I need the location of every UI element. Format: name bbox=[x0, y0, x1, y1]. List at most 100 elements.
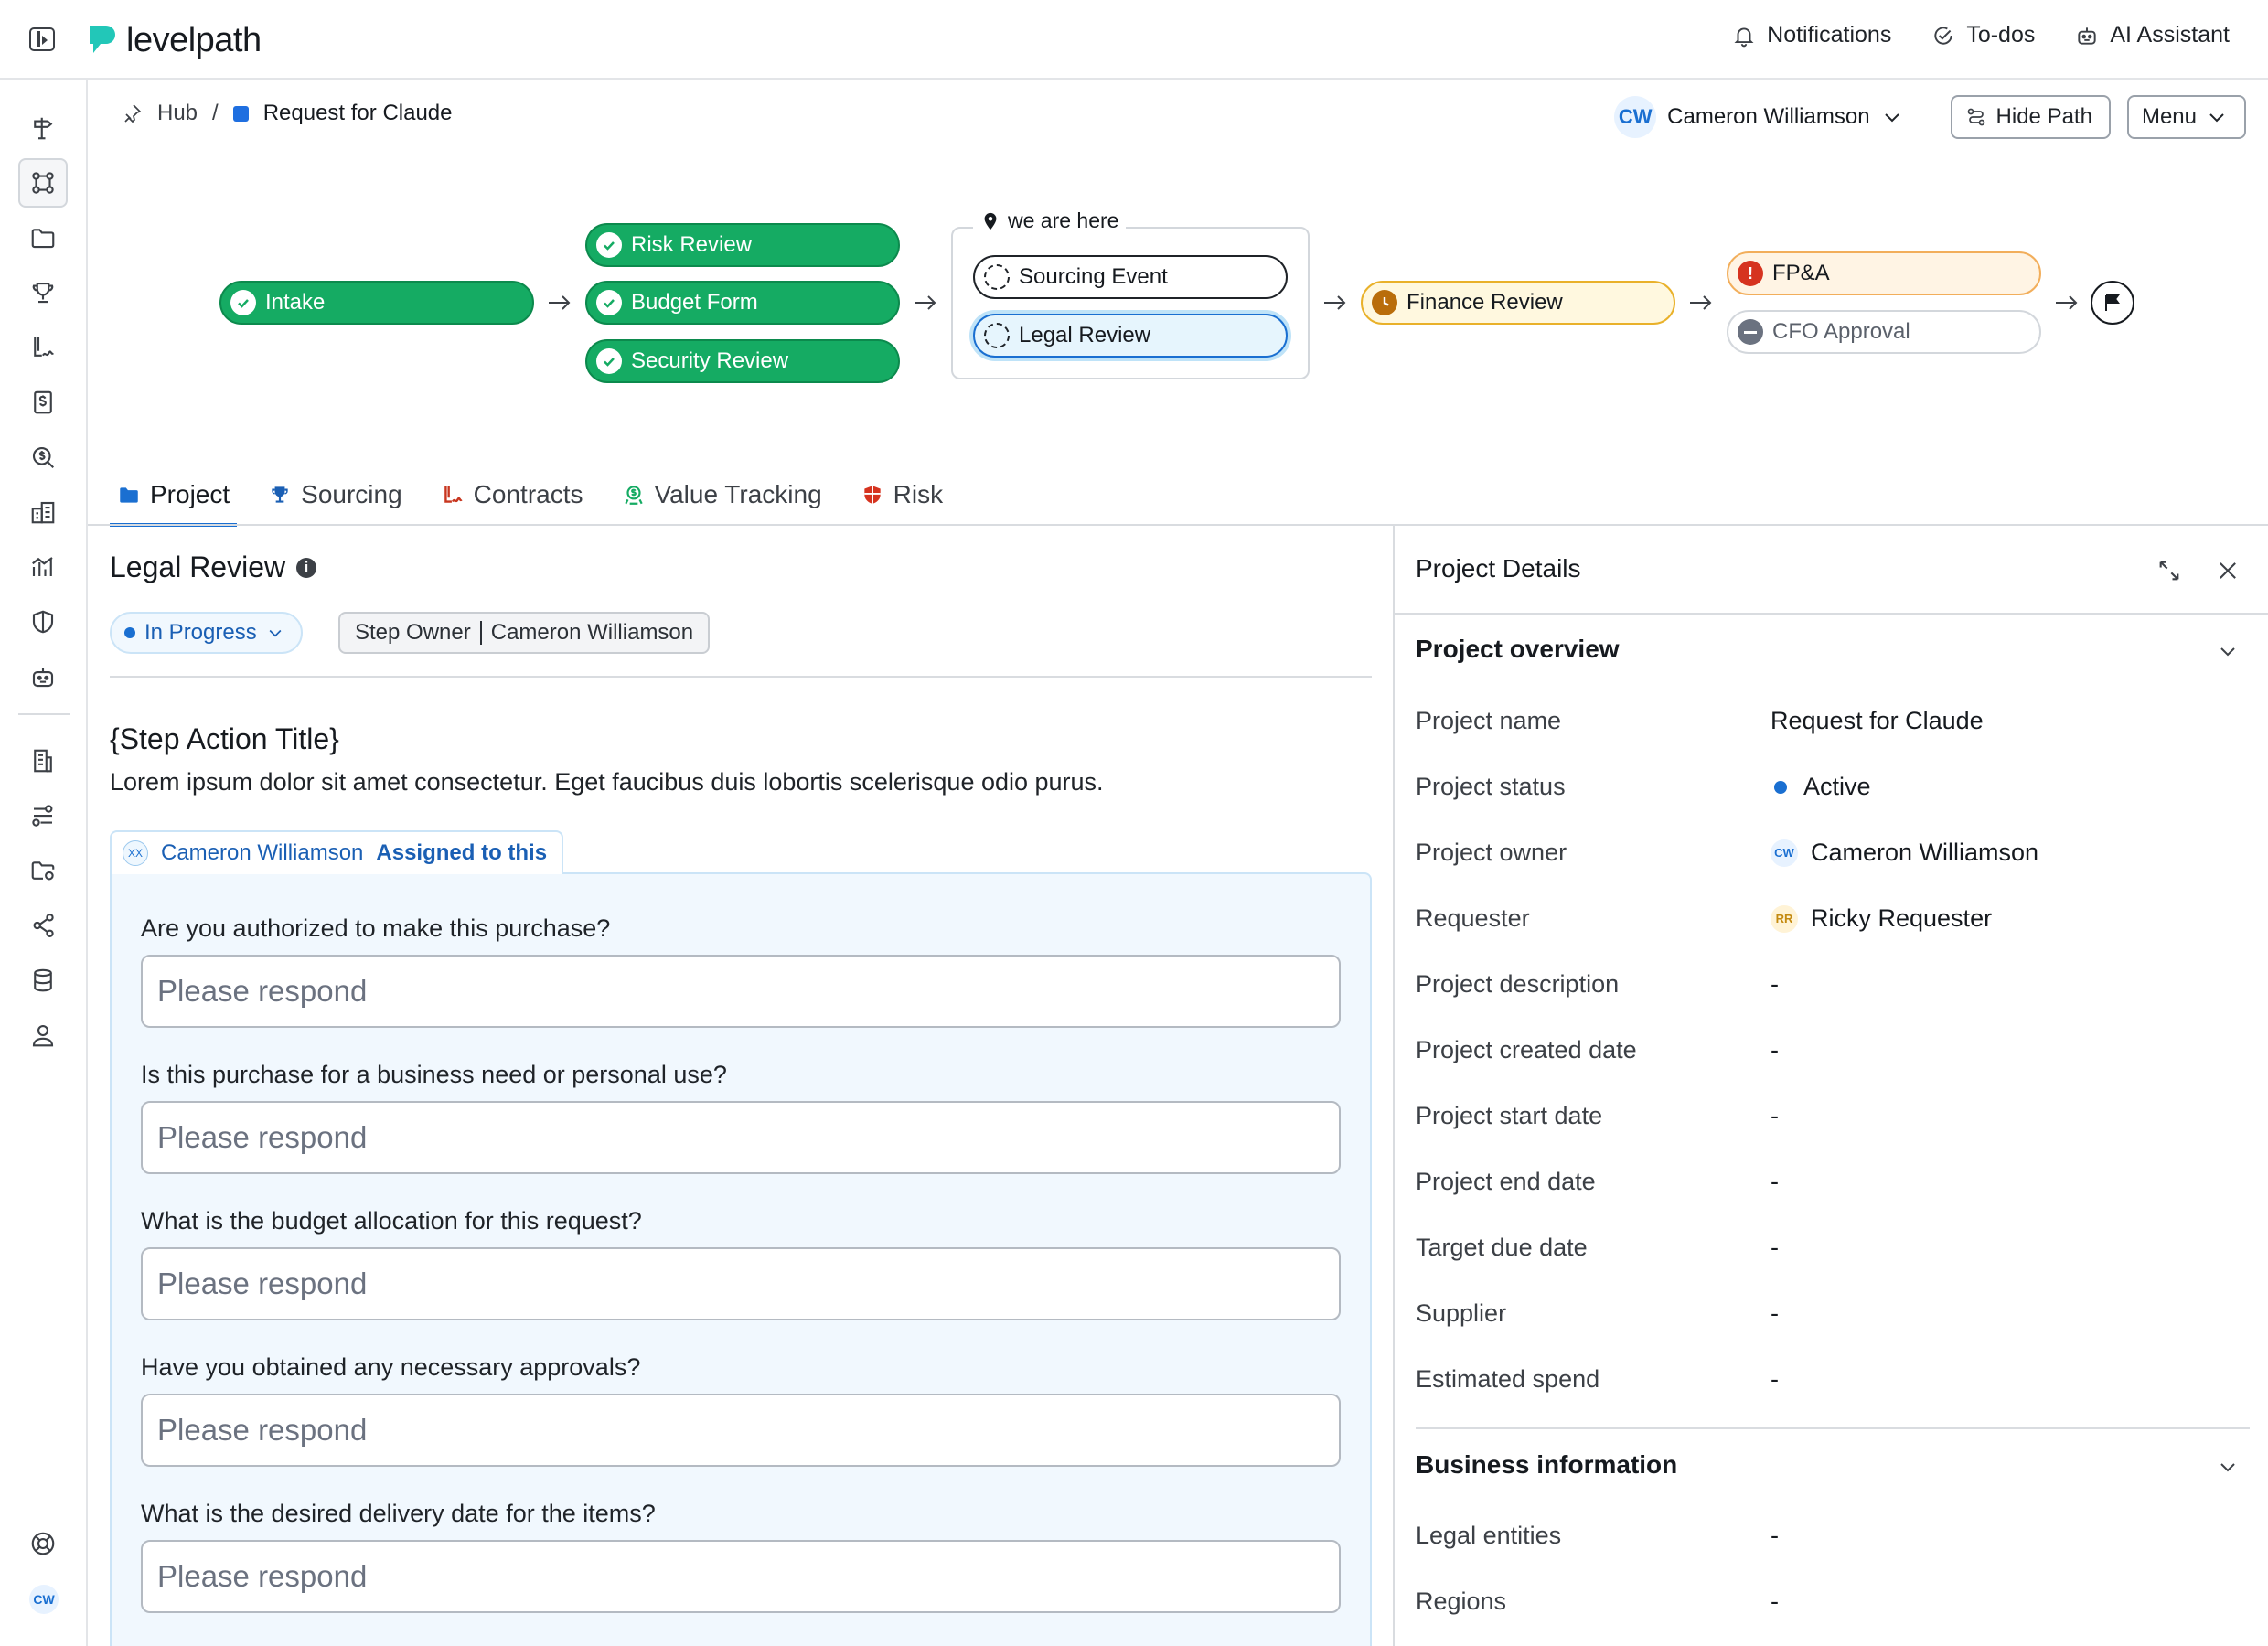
step-cfo-approval[interactable]: CFO Approval bbox=[1727, 310, 2041, 354]
in-progress-icon bbox=[984, 323, 1010, 348]
contract-sign-icon[interactable] bbox=[18, 323, 68, 372]
check-circle-icon bbox=[1934, 26, 1952, 45]
notifications-link[interactable]: Notifications bbox=[1732, 22, 1891, 48]
field-value: - bbox=[1771, 1365, 1779, 1393]
tab-project[interactable]: Project bbox=[110, 465, 238, 527]
section-divider bbox=[110, 676, 1372, 678]
field-label: Legal entities bbox=[1416, 1522, 1562, 1549]
chevron-down-icon[interactable] bbox=[2217, 1456, 2239, 1478]
field-value: - bbox=[1771, 970, 1779, 998]
todos-link[interactable]: To-dos bbox=[1931, 22, 2035, 48]
response-input[interactable] bbox=[141, 955, 1341, 1028]
field-label: Project status bbox=[1416, 773, 1566, 800]
field-label: Project end date bbox=[1416, 1168, 1596, 1195]
check-icon bbox=[596, 232, 622, 258]
field-value: Request for Claude bbox=[1771, 707, 1984, 735]
breadcrumb-hub[interactable]: Hub bbox=[157, 101, 198, 126]
breadcrumb: Hub / Request for Claude bbox=[121, 101, 453, 126]
header-actions: CW Cameron Williamson Hide Path Menu bbox=[1614, 95, 2246, 139]
shield-icon[interactable] bbox=[18, 597, 68, 647]
expand-icon[interactable] bbox=[2156, 558, 2182, 583]
response-input[interactable] bbox=[141, 1101, 1341, 1174]
trophy-icon[interactable] bbox=[18, 268, 68, 317]
buildings-icon[interactable] bbox=[18, 487, 68, 537]
location-pin-icon bbox=[984, 212, 997, 230]
field-label: Supplier bbox=[1416, 1299, 1507, 1327]
project-owner-value[interactable]: Cameron Williamson bbox=[1811, 839, 2038, 867]
chevron-down-icon bbox=[2209, 113, 2224, 123]
folder-settings-icon[interactable] bbox=[18, 846, 68, 895]
tab-contracts[interactable]: Contracts bbox=[433, 465, 591, 525]
brand-logo[interactable]: levelpath bbox=[84, 18, 262, 62]
invoice-icon[interactable] bbox=[18, 378, 68, 427]
chevron-down-icon[interactable] bbox=[2217, 640, 2239, 662]
notifications-label: Notifications bbox=[1767, 22, 1892, 48]
arrow-right-icon bbox=[1690, 295, 1712, 310]
step-finance-review[interactable]: Finance Review bbox=[1361, 281, 1675, 325]
close-icon[interactable] bbox=[2215, 558, 2241, 583]
tab-risk[interactable]: Risk bbox=[853, 465, 950, 525]
hide-path-button[interactable]: Hide Path bbox=[1950, 95, 2111, 139]
rail-user-avatar[interactable]: CW bbox=[29, 1585, 59, 1614]
section-business-information[interactable]: Business information bbox=[1416, 1450, 1677, 1480]
requester-value[interactable]: Ricky Requester bbox=[1811, 904, 1992, 933]
step-label: Risk Review bbox=[631, 232, 753, 257]
signpost-icon[interactable] bbox=[18, 103, 68, 153]
user-name: Cameron Williamson bbox=[1667, 104, 1870, 129]
field-value: - bbox=[1771, 1587, 1779, 1615]
field-label: Target due date bbox=[1416, 1234, 1588, 1261]
details-header-divider bbox=[1395, 613, 2268, 615]
chart-icon[interactable] bbox=[18, 542, 68, 592]
step-sourcing-event[interactable]: Sourcing Event bbox=[973, 255, 1288, 299]
hide-path-label: Hide Path bbox=[1995, 104, 2092, 129]
bot-icon[interactable] bbox=[18, 652, 68, 701]
step-risk-review[interactable]: Risk Review bbox=[585, 223, 900, 267]
field-value: - bbox=[1771, 1522, 1779, 1549]
tab-label: Contracts bbox=[473, 480, 583, 508]
step-owner-chip: Step Owner Cameron Williamson bbox=[338, 612, 711, 654]
response-input[interactable] bbox=[141, 1394, 1341, 1467]
tabs-divider bbox=[88, 524, 2268, 526]
risk-shield-icon bbox=[863, 486, 881, 504]
response-input[interactable] bbox=[141, 1540, 1341, 1613]
flows-icon[interactable] bbox=[18, 791, 68, 840]
pin-icon[interactable] bbox=[121, 102, 143, 124]
top-nav: Notifications To-dos AI Assistant bbox=[1732, 22, 2230, 48]
we-are-here-label: we are here bbox=[973, 208, 1127, 233]
finish-flag-icon[interactable] bbox=[2091, 281, 2134, 325]
section-project-overview[interactable]: Project overview bbox=[1416, 635, 1620, 664]
tab-sourcing[interactable]: Sourcing bbox=[261, 465, 410, 525]
menu-button[interactable]: Menu bbox=[2126, 95, 2246, 139]
share-icon[interactable] bbox=[18, 901, 68, 950]
step-label: Security Review bbox=[631, 348, 789, 373]
step-label: FP&A bbox=[1772, 261, 1830, 285]
arrow-right-icon bbox=[2056, 295, 2078, 310]
step-security-review[interactable]: Security Review bbox=[585, 339, 900, 383]
field-label: Project owner bbox=[1416, 839, 1567, 866]
support-icon[interactable] bbox=[18, 1519, 68, 1568]
step-status-dropdown[interactable]: In Progress bbox=[110, 612, 303, 654]
office-building-icon[interactable] bbox=[18, 736, 68, 786]
money-search-icon[interactable] bbox=[18, 433, 68, 482]
step-fpa[interactable]: ! FP&A bbox=[1727, 251, 2041, 295]
folder-icon[interactable] bbox=[18, 213, 68, 262]
step-label: Finance Review bbox=[1407, 290, 1563, 315]
command-icon[interactable] bbox=[18, 158, 68, 208]
sidebar-toggle-icon[interactable] bbox=[29, 27, 55, 51]
user-icon[interactable] bbox=[18, 1010, 68, 1060]
step-legal-review[interactable]: Legal Review bbox=[973, 314, 1288, 358]
question-label: What is the budget allocation for this r… bbox=[141, 1207, 642, 1234]
user-selector[interactable]: CW Cameron Williamson bbox=[1614, 96, 1902, 138]
step-intake[interactable]: Intake bbox=[219, 281, 534, 325]
ai-assistant-link[interactable]: AI Assistant bbox=[2075, 22, 2230, 48]
chevron-down-icon bbox=[1884, 113, 1899, 123]
tab-value-tracking[interactable]: Value Tracking bbox=[615, 465, 829, 525]
response-input[interactable] bbox=[141, 1247, 1341, 1320]
breadcrumb-current: Request for Claude bbox=[262, 101, 453, 125]
database-icon[interactable] bbox=[18, 956, 68, 1005]
step-budget-form[interactable]: Budget Form bbox=[585, 281, 900, 325]
info-icon[interactable]: i bbox=[296, 557, 317, 578]
brand-name: levelpath bbox=[126, 20, 262, 59]
step-owner-name: Cameron Williamson bbox=[490, 620, 694, 645]
field-label: Regions bbox=[1416, 1587, 1507, 1615]
